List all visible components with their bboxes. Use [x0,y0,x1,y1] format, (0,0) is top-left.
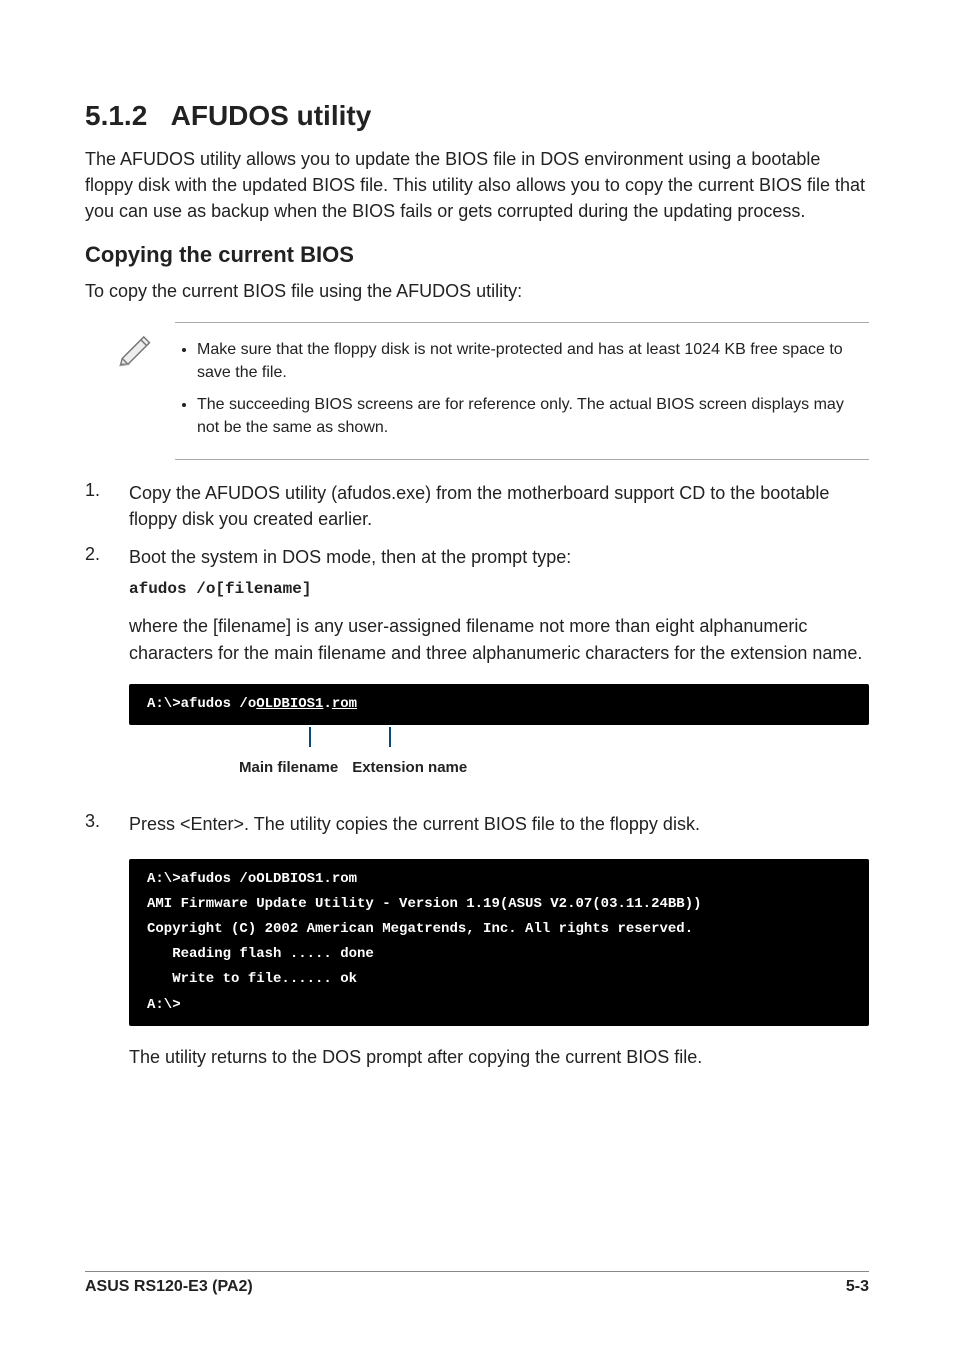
code-command: afudos /o[filename] [129,578,869,601]
annotation-row: Main filename Extension name [239,757,869,779]
annotation-extension-name: Extension name [352,757,467,779]
terminal-output-1: A:\>afudos /oOLDBIOS1.rom [129,684,869,725]
footer-right: 5-3 [846,1278,869,1296]
connector-line-icon [389,727,391,747]
step-1: 1. Copy the AFUDOS utility (afudos.exe) … [85,480,869,532]
step-after-text: where the [filename] is any user-assigne… [129,616,862,662]
note-item: The succeeding BIOS screens are for refe… [197,394,869,439]
footer-left: ASUS RS120-E3 (PA2) [85,1278,253,1296]
step-number: 2. [85,544,129,798]
terminal-extension: rom [332,696,357,712]
step-text: Press <Enter>. The utility copies the cu… [129,814,700,834]
after-terminal-text: The utility returns to the DOS prompt af… [129,1044,869,1070]
step-3: 3. Press <Enter>. The utility copies the… [85,811,869,1070]
step-text: Boot the system in DOS mode, then at the… [129,547,571,567]
terminal-main-filename: OLDBIOS1 [256,696,323,712]
section-heading: 5.1.2 AFUDOS utility [85,100,869,132]
pencil-note-icon [115,322,175,375]
connector-lines [129,731,869,753]
note-content: Make sure that the floppy disk is not wr… [175,322,869,460]
section-title: AFUDOS utility [171,100,372,131]
page-footer: ASUS RS120-E3 (PA2) 5-3 [85,1271,869,1296]
terminal-prefix: A:\>afudos /o [147,696,256,712]
step-number: 1. [85,480,129,532]
terminal-output-2: A:\>afudos /oOLDBIOS1.rom AMI Firmware U… [129,859,869,1026]
numbered-list: 1. Copy the AFUDOS utility (afudos.exe) … [85,480,869,1070]
step-text: Copy the AFUDOS utility (afudos.exe) fro… [129,483,829,529]
step-2: 2. Boot the system in DOS mode, then at … [85,544,869,798]
note-block: Make sure that the floppy disk is not wr… [85,322,869,460]
sub-heading: Copying the current BIOS [85,242,869,268]
note-item: Make sure that the floppy disk is not wr… [197,339,869,384]
terminal-dot: . [323,696,331,712]
section-number: 5.1.2 [85,100,147,131]
connector-line-icon [309,727,311,747]
intro-paragraph: The AFUDOS utility allows you to update … [85,146,869,224]
sub-intro: To copy the current BIOS file using the … [85,278,869,304]
step-number: 3. [85,811,129,1070]
annotation-main-filename: Main filename [239,757,338,779]
